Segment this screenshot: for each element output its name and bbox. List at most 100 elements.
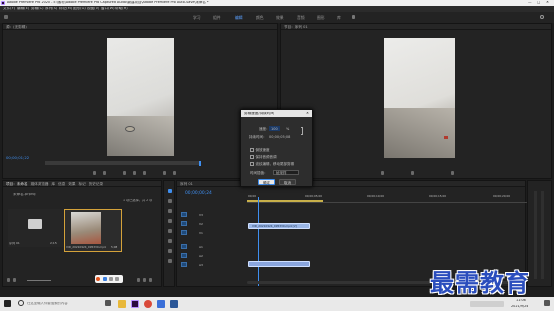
- tab-info[interactable]: 信息: [58, 181, 65, 186]
- hand-tool-icon[interactable]: [168, 249, 172, 253]
- zoom-slider[interactable]: [27, 280, 51, 281]
- menu-clip[interactable]: 剪辑(C): [31, 7, 44, 11]
- video-clip[interactable]: VID_20210924_095330.mp4 [V]: [248, 223, 310, 229]
- workspace-effects[interactable]: 效果: [276, 15, 284, 21]
- step-back-icon[interactable]: [123, 171, 126, 175]
- track-source-toggle[interactable]: [181, 244, 187, 249]
- menu-help[interactable]: 帮助(H): [115, 7, 128, 11]
- premiere-pro-taskbar-icon[interactable]: [131, 300, 139, 308]
- ripple-edit-checkbox[interactable]: 波纹编辑，移动尾部剪辑: [250, 162, 294, 167]
- slip-tool-icon[interactable]: [168, 229, 172, 233]
- workspace-assembly[interactable]: 组件: [213, 15, 221, 21]
- menu-file[interactable]: 文件(F): [3, 7, 15, 11]
- track-source-toggle[interactable]: [181, 212, 187, 217]
- tab-project[interactable]: 项目：未命名: [6, 181, 28, 186]
- menu-sequence[interactable]: 序列(S): [45, 7, 57, 11]
- cancel-button[interactable]: 取消: [279, 179, 296, 185]
- track-source-toggle[interactable]: [181, 262, 187, 267]
- selection-tool-icon[interactable]: [168, 189, 172, 193]
- workspace-editing[interactable]: 编辑: [235, 15, 243, 21]
- track-select-tool-icon[interactable]: [168, 199, 172, 203]
- notification-icon[interactable]: [544, 300, 550, 306]
- home-icon[interactable]: [4, 15, 8, 19]
- tab-media-browser[interactable]: 媒体浏览器: [31, 181, 49, 186]
- task-view-icon[interactable]: [105, 300, 111, 306]
- lift-icon[interactable]: [381, 171, 384, 175]
- duration-input[interactable]: 00;00;05;08: [269, 135, 290, 139]
- workspace-menu-icon[interactable]: [352, 15, 355, 19]
- word-icon[interactable]: [170, 300, 178, 308]
- menu-view[interactable]: 视图(V): [87, 7, 99, 11]
- list-view-icon[interactable]: [7, 278, 10, 282]
- insert-icon[interactable]: [163, 171, 166, 175]
- maintain-pitch-checkbox[interactable]: 保持音频音调: [250, 155, 277, 160]
- overwrite-icon[interactable]: [173, 171, 176, 175]
- tab-history[interactable]: 历史记录: [89, 181, 103, 186]
- search-icon[interactable]: [18, 300, 24, 306]
- system-tray-icons[interactable]: [470, 301, 504, 307]
- checkbox-box[interactable]: [250, 162, 254, 166]
- interpolation-select[interactable]: 帧采样: [273, 170, 299, 175]
- reverse-checkbox[interactable]: 倒放速度: [250, 148, 270, 153]
- file-explorer-icon[interactable]: [118, 300, 126, 308]
- close-button[interactable]: ✕: [546, 1, 549, 5]
- razor-tool-icon[interactable]: [168, 219, 172, 223]
- ripple-edit-tool-icon[interactable]: [168, 209, 172, 213]
- tab-effects[interactable]: 效果: [68, 181, 75, 186]
- timeline-timecode[interactable]: 00;00;00;24: [185, 191, 212, 196]
- new-item-icon[interactable]: [143, 278, 146, 282]
- ime-toolbar[interactable]: [95, 275, 123, 283]
- tab-markers[interactable]: 标记: [79, 181, 86, 186]
- minimize-button[interactable]: —: [528, 1, 532, 5]
- clock-date[interactable]: 2021/9/24: [511, 305, 528, 308]
- project-item-sequence[interactable]: 序列 01 2;15: [8, 209, 63, 247]
- source-timecode[interactable]: 00;00;01;22: [6, 155, 29, 160]
- mark-out-icon[interactable]: [103, 171, 106, 175]
- icon-view-icon[interactable]: [13, 278, 16, 282]
- menu-marker[interactable]: 标记(M): [59, 7, 72, 11]
- link-icon[interactable]: [301, 127, 303, 135]
- play-icon[interactable]: [133, 171, 136, 175]
- windows-start-icon[interactable]: [4, 300, 11, 307]
- source-monitor-title[interactable]: 源：(无剪辑): [3, 24, 277, 30]
- browser-icon[interactable]: [144, 300, 152, 308]
- app-icon[interactable]: [157, 300, 165, 308]
- clock-time[interactable]: 11:06: [516, 299, 526, 302]
- audio-clip[interactable]: [248, 261, 310, 267]
- pen-tool-icon[interactable]: [168, 239, 172, 243]
- source-playhead[interactable]: [199, 161, 201, 166]
- timeline-tab[interactable]: 序列 01: [177, 181, 525, 187]
- type-tool-icon[interactable]: [168, 259, 172, 263]
- checkbox-box[interactable]: [250, 155, 254, 159]
- source-scrubber[interactable]: [45, 161, 201, 166]
- play-icon[interactable]: [411, 171, 414, 175]
- workspace-graphics[interactable]: 图形: [317, 15, 325, 21]
- workspace-color[interactable]: 颜色: [256, 15, 264, 21]
- track-source-toggle[interactable]: [181, 253, 187, 258]
- project-item-clip[interactable]: VID_20210924_095330.mp4 5;08: [64, 209, 122, 252]
- speed-input[interactable]: 100: [269, 126, 280, 131]
- workspace-libraries[interactable]: 库: [337, 15, 341, 21]
- export-frame-icon[interactable]: [451, 171, 454, 175]
- tab-libraries[interactable]: 库: [52, 181, 56, 186]
- menu-edit[interactable]: 编辑(E): [17, 7, 29, 11]
- new-bin-icon[interactable]: [137, 278, 140, 282]
- workspace-learning[interactable]: 学习: [193, 15, 201, 21]
- timeline-ruler[interactable]: 00;00 00;00;05;00 00;00;10;00 00;00;15;0…: [247, 194, 527, 203]
- ok-button[interactable]: 确定: [258, 179, 275, 185]
- menu-graphics[interactable]: 图形(G): [73, 7, 86, 11]
- search-icon[interactable]: [540, 15, 544, 19]
- program-monitor-title[interactable]: 节目：序列 01: [281, 24, 551, 30]
- workspace-audio[interactable]: 音频: [297, 15, 305, 21]
- track-source-toggle[interactable]: [181, 221, 187, 226]
- menu-window[interactable]: 窗口(W): [101, 7, 115, 11]
- track-source-toggle[interactable]: [181, 230, 187, 235]
- dialog-close-icon[interactable]: ✕: [306, 112, 309, 116]
- taskbar-search-input[interactable]: 在这里输入你要搜索的内容: [27, 302, 97, 305]
- maximize-button[interactable]: □: [537, 1, 540, 5]
- playhead[interactable]: [258, 197, 259, 286]
- mark-in-icon[interactable]: [93, 171, 96, 175]
- step-forward-icon[interactable]: [143, 171, 146, 175]
- checkbox-box[interactable]: [250, 148, 254, 152]
- trash-icon[interactable]: [149, 278, 152, 282]
